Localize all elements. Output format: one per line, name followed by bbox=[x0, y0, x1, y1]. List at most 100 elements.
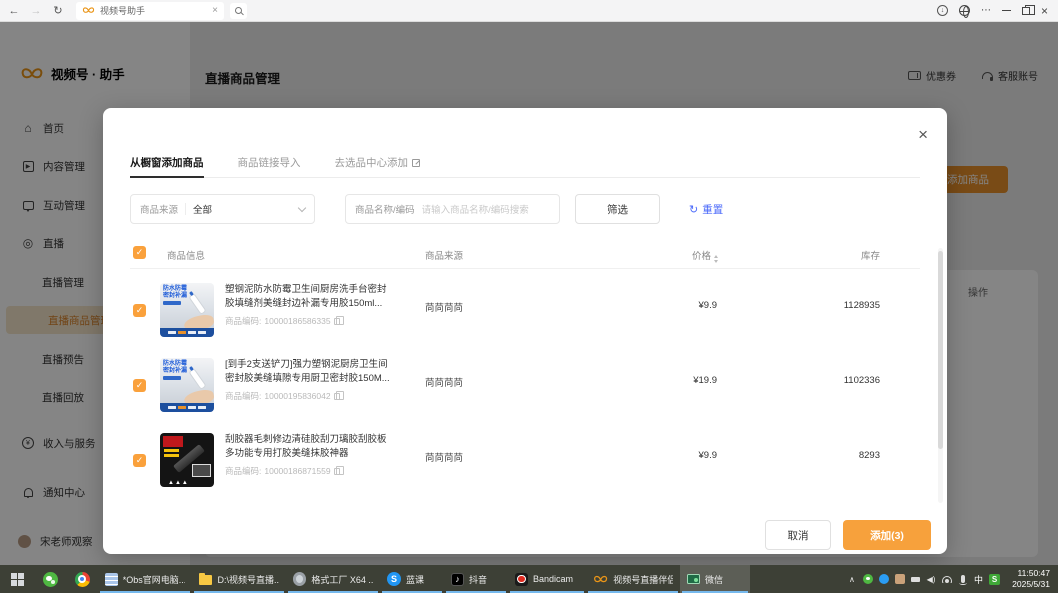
product-stock: 8293 bbox=[793, 450, 880, 461]
wechat-screen-icon bbox=[687, 574, 700, 584]
tray-usb-icon[interactable] bbox=[911, 577, 920, 582]
product-stock: 1128935 bbox=[793, 300, 880, 311]
copy-icon[interactable] bbox=[334, 468, 340, 475]
select-all-checkbox[interactable]: ✓ bbox=[133, 246, 146, 259]
taskbar-app-obs[interactable]: *Obs官网电脑... bbox=[98, 565, 192, 593]
name-search-input[interactable]: 商品名称/编码 请输入商品名称/编码搜索 bbox=[345, 194, 560, 224]
refresh-icon[interactable]: ↻ bbox=[50, 3, 66, 19]
windows-icon bbox=[11, 573, 24, 586]
product-name[interactable]: 刮胶器毛刺修边清硅胶刮刀璃胶刮胶板多功能专用打胶美缝抹胶神器 bbox=[225, 433, 395, 461]
col-product-source: 商品来源 bbox=[425, 248, 463, 262]
clock-date: 2025/5/31 bbox=[1012, 579, 1050, 590]
tab-selection-center[interactable]: 去选品中心添加 bbox=[335, 148, 421, 177]
tab-title: 视频号助手 bbox=[100, 4, 207, 17]
copy-icon[interactable] bbox=[334, 393, 340, 400]
sort-icon[interactable] bbox=[714, 255, 718, 263]
filter-button[interactable]: 筛选 bbox=[575, 194, 660, 224]
sogou-icon[interactable]: S bbox=[989, 574, 1000, 585]
copy-icon[interactable] bbox=[334, 318, 340, 325]
tray-messenger-icon[interactable] bbox=[879, 574, 889, 584]
douyin-icon: ♪ bbox=[451, 573, 464, 586]
taskbar-chrome-button[interactable] bbox=[66, 565, 98, 593]
chevron-down-icon bbox=[298, 203, 306, 211]
search-placeholder: 请输入商品名称/编码搜索 bbox=[422, 202, 529, 216]
external-link-icon bbox=[412, 159, 420, 167]
modal-tabs: 从橱窗添加商品 商品链接导入 去选品中心添加 bbox=[130, 148, 920, 178]
clock-time: 11:50:47 bbox=[1018, 568, 1050, 579]
page: 视频号 · 助手 ⌂ 首页 ▶ 内容管理 互动管理 ◎ 直播 直播管理 bbox=[0, 22, 1058, 565]
taskbar-app-douyin[interactable]: ♪ 抖音 bbox=[444, 565, 508, 593]
volume-icon[interactable]: ◀) bbox=[926, 575, 936, 584]
product-code: 商品编码: 10000186586335 bbox=[225, 315, 340, 327]
taskbar-app-format-factory[interactable]: 格式工厂 X64 ... bbox=[286, 565, 380, 593]
reset-button[interactable]: ↻ 重置 bbox=[689, 194, 723, 224]
notepad-icon bbox=[105, 573, 118, 586]
product-stock: 1102336 bbox=[793, 375, 880, 386]
tab-from-showcase[interactable]: 从橱窗添加商品 bbox=[130, 148, 204, 177]
start-button[interactable] bbox=[0, 565, 34, 593]
taskbar-app-explorer[interactable]: D:\视频号直播... bbox=[192, 565, 286, 593]
row-checkbox[interactable]: ✓ bbox=[133, 454, 146, 467]
taskbar: *Obs官网电脑... D:\视频号直播... 格式工厂 X64 ... S 蓝… bbox=[0, 565, 1058, 593]
product-code: 商品编码: 10000186871559 bbox=[225, 465, 340, 477]
taskbar-app-bandicam[interactable]: Bandicam bbox=[508, 565, 586, 593]
modal-scrollbar[interactable] bbox=[938, 248, 943, 503]
back-icon[interactable]: ← bbox=[6, 3, 22, 19]
tray-wechat-icon[interactable] bbox=[863, 574, 873, 584]
taskbar-app-channels-live[interactable]: 视频号直播伴侣 bbox=[586, 565, 680, 593]
product-thumbnail: ▲▲▲ bbox=[160, 433, 214, 487]
tray-expand-icon[interactable]: ∧ bbox=[847, 575, 857, 584]
microphone-icon[interactable] bbox=[961, 575, 965, 583]
wifi-icon[interactable] bbox=[942, 576, 952, 583]
taskbar-app-wechat-active[interactable]: 微信 bbox=[680, 565, 750, 593]
col-price: 价格 bbox=[692, 248, 718, 263]
window-close-icon[interactable]: × bbox=[1041, 4, 1048, 18]
screen: ← → ↻ 视频号助手 × ↓ ⋯ × 视频号 · 助手 ⌂ 首页 bbox=[0, 0, 1058, 593]
forward-icon[interactable]: → bbox=[28, 3, 44, 19]
minimize-icon[interactable] bbox=[1002, 10, 1011, 12]
ime-indicator[interactable]: 中 bbox=[974, 573, 983, 586]
restore-icon[interactable] bbox=[1022, 7, 1030, 15]
check-icon: ✓ bbox=[136, 248, 144, 257]
search-button[interactable] bbox=[230, 3, 247, 19]
lanke-icon: S bbox=[387, 572, 401, 586]
product-price: ¥9.9 bbox=[643, 450, 717, 461]
product-source: 苘苘苘苘 bbox=[425, 300, 463, 314]
chrome-icon bbox=[75, 572, 90, 587]
folder-icon bbox=[199, 575, 212, 585]
check-icon: ✓ bbox=[136, 381, 144, 390]
product-name[interactable]: [到手2支送铲刀]强力塑钢泥厨房卫生间密封胶美缝填隙专用厨卫密封胶150M... bbox=[225, 358, 395, 386]
tray-avatar-icon[interactable] bbox=[895, 574, 905, 584]
col-product-info: 商品信息 bbox=[167, 248, 205, 262]
format-factory-icon bbox=[293, 572, 306, 586]
globe-icon[interactable] bbox=[959, 5, 970, 16]
cancel-button[interactable]: 取消 bbox=[765, 520, 831, 550]
modal-close-icon[interactable]: × bbox=[918, 126, 928, 143]
source-select[interactable]: 商品来源 全部 bbox=[130, 194, 315, 224]
more-menu-icon[interactable]: ⋯ bbox=[981, 5, 991, 16]
bandicam-icon bbox=[515, 573, 528, 586]
row-checkbox[interactable]: ✓ bbox=[133, 379, 146, 392]
product-code: 商品编码: 10000195836042 bbox=[225, 390, 340, 402]
table-header: ✓ 商品信息 商品来源 价格 库存 bbox=[103, 244, 947, 266]
browser-bar: ← → ↻ 视频号助手 × ↓ ⋯ × bbox=[0, 0, 1058, 22]
taskbar-clock[interactable]: 11:50:47 2025/5/31 bbox=[1006, 565, 1058, 593]
browser-tab[interactable]: 视频号助手 × bbox=[76, 2, 224, 20]
product-source: 苘苘苘苘 bbox=[425, 450, 463, 464]
download-icon[interactable]: ↓ bbox=[937, 5, 948, 16]
product-price: ¥9.9 bbox=[643, 300, 717, 311]
row-checkbox[interactable]: ✓ bbox=[133, 304, 146, 317]
confirm-add-button[interactable]: 添加(3) bbox=[843, 520, 931, 550]
taskbar-wechat-button[interactable] bbox=[34, 565, 66, 593]
table-row: ✓ 防水防霉密封补漏 塑钢泥防水防霉卫生间厨房洗手台密封胶填缝剂美缝封边补漏专用… bbox=[103, 274, 947, 349]
tab-close-icon[interactable]: × bbox=[212, 5, 218, 16]
product-thumbnail: 防水防霉密封补漏 bbox=[160, 358, 214, 412]
table-row: ✓ ▲▲▲ 刮胶器毛刺修边清硅胶刮刀璃胶刮胶板多功能专用打胶美缝抹胶神器 商品编… bbox=[103, 424, 947, 499]
reset-refresh-icon: ↻ bbox=[689, 203, 698, 216]
search-icon bbox=[235, 7, 242, 14]
scrollbar-thumb[interactable] bbox=[938, 251, 943, 449]
product-price: ¥19.9 bbox=[643, 375, 717, 386]
tab-link-import[interactable]: 商品链接导入 bbox=[238, 148, 301, 177]
taskbar-app-lanke[interactable]: S 蓝课 bbox=[380, 565, 444, 593]
product-name[interactable]: 塑钢泥防水防霉卫生间厨房洗手台密封胶填缝剂美缝封边补漏专用胶150ml... bbox=[225, 283, 395, 311]
